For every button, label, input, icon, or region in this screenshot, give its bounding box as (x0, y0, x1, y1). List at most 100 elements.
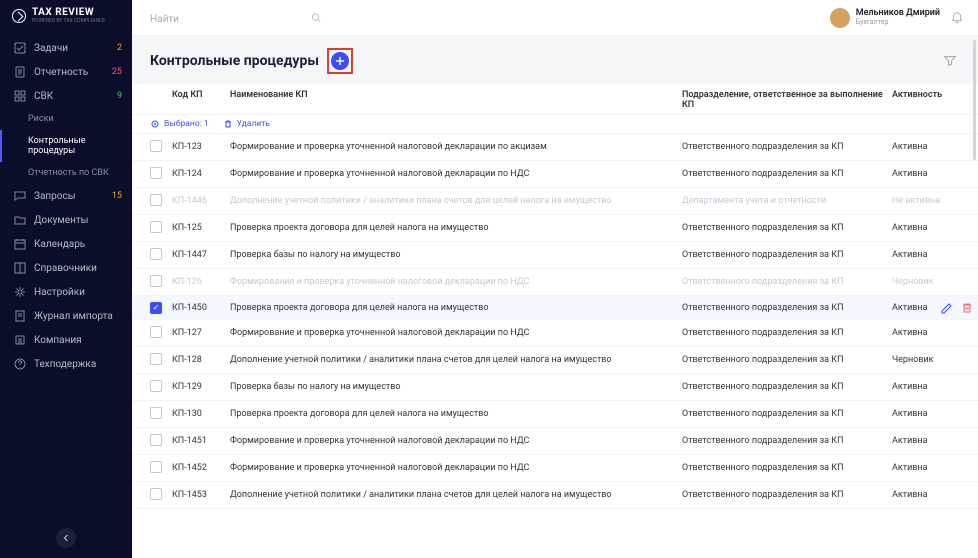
cell-dept: Ответственного подразделения за КП (682, 250, 892, 260)
cell-dept: Ответственного подразделения за КП (682, 355, 892, 365)
sidebar-item-label: Отчетность по СВК (28, 168, 122, 178)
sidebar-item-label: Риски (28, 114, 122, 124)
cell-name: Проверка базы по налогу на имущество (230, 382, 682, 392)
row-checkbox[interactable] (150, 353, 162, 365)
filter-button[interactable] (940, 51, 960, 71)
sidebar-item-label: Контрольные процедуры (28, 136, 122, 156)
table-row[interactable]: ✓КП-1450Проверка проекта договора для це… (132, 296, 978, 320)
sidebar-item-label: Техподержка (34, 359, 122, 370)
table-row[interactable]: КП-129Проверка базы по налогу на имущест… (132, 374, 978, 401)
sidebar-badge: 15 (112, 191, 122, 201)
row-checkbox[interactable] (150, 275, 162, 287)
scrollbar[interactable] (973, 40, 976, 160)
help-icon (14, 358, 26, 370)
user-block[interactable]: Мельников Дмирий Бухгалтер (830, 8, 940, 28)
cell-activity: Черновик (892, 355, 960, 365)
sidebar-badge: 9 (117, 91, 122, 101)
sidebar-item-7[interactable]: Документы (0, 208, 132, 232)
row-checkbox[interactable] (150, 434, 162, 446)
row-checkbox[interactable] (150, 221, 162, 233)
table-row[interactable]: КП-128Дополнение учетной политики / анал… (132, 347, 978, 374)
row-checkbox[interactable] (150, 380, 162, 392)
notifications-button[interactable] (950, 11, 964, 25)
bell-icon (950, 11, 964, 25)
table-row[interactable]: КП-1453Дополнение учетной политики / ана… (132, 482, 978, 509)
sidebar-item-10[interactable]: Настройки (0, 280, 132, 304)
sidebar-item-8[interactable]: Календарь (0, 232, 132, 256)
cell-code: КП-126 (172, 277, 230, 287)
sidebar-item-12[interactable]: Компания (0, 328, 132, 352)
sidebar-item-0[interactable]: Задачи2 (0, 36, 132, 60)
cell-activity: Черновик (892, 277, 960, 287)
filter-icon (943, 54, 957, 68)
sidebar-item-3[interactable]: Риски (0, 108, 132, 130)
sidebar-item-1[interactable]: Отчетность25 (0, 60, 132, 84)
row-checkbox[interactable] (150, 461, 162, 473)
sidebar-item-9[interactable]: Справочники (0, 256, 132, 280)
table-row[interactable]: КП-1446Дополнение учетной политики / ана… (132, 188, 978, 215)
table-row[interactable]: КП-127Формирование и проверка уточненной… (132, 320, 978, 347)
sidebar-item-label: Журнал импорта (34, 311, 122, 322)
logo[interactable]: TAX REVIEW POWERED BY TAX COMPLIANCE (0, 0, 132, 32)
cell-activity: Активна (892, 328, 960, 338)
cell-name: Проверка проекта договора для целей нало… (230, 409, 682, 419)
row-checkbox[interactable]: ✓ (150, 302, 162, 314)
cell-activity: Активна (892, 142, 960, 152)
col-code[interactable]: Код КП (172, 90, 230, 110)
table-row[interactable]: КП-124Формирование и проверка уточненной… (132, 161, 978, 188)
row-checkbox[interactable] (150, 326, 162, 338)
edit-button[interactable] (940, 301, 954, 315)
cell-code: КП-130 (172, 409, 230, 419)
add-button[interactable] (331, 52, 349, 70)
cell-dept: Ответственного подразделения за КП (682, 328, 892, 338)
table-row[interactable]: КП-125Проверка проекта договора для целе… (132, 215, 978, 242)
journal-icon (14, 310, 26, 322)
row-checkbox[interactable] (150, 167, 162, 179)
cell-code: КП-124 (172, 169, 230, 179)
eye-icon (150, 119, 160, 129)
search-input[interactable] (146, 10, 326, 29)
row-checkbox[interactable] (150, 248, 162, 260)
cell-dept: Ответственного подразделения за КП (682, 436, 892, 446)
sidebar-item-5[interactable]: Отчетность по СВК (0, 162, 132, 184)
sidebar-item-label: Запросы (34, 191, 104, 202)
cell-name: Проверка проекта договора для целей нало… (230, 223, 682, 233)
cell-activity: Не активна (892, 196, 960, 206)
col-activity[interactable]: Активность (892, 90, 960, 110)
avatar (830, 8, 850, 28)
sidebar-item-2[interactable]: СВК9 (0, 84, 132, 108)
sidebar-item-6[interactable]: Запросы 15 (0, 184, 132, 208)
sidebar-item-4[interactable]: Контрольные процедуры (0, 130, 132, 162)
table-row[interactable]: КП-126Формирование и проверка уточненной… (132, 269, 978, 296)
cell-name: Дополнение учетной политики / аналитики … (230, 490, 682, 500)
delete-button[interactable] (960, 301, 974, 315)
table-row[interactable]: КП-1451Формирование и проверка уточненно… (132, 428, 978, 455)
cell-activity: Активна (892, 223, 960, 233)
table-row[interactable]: КП-123Формирование и проверка уточненной… (132, 134, 978, 161)
collapse-sidebar-button[interactable] (56, 528, 76, 548)
pencil-icon (940, 301, 954, 315)
sidebar-item-label: Справочники (34, 263, 122, 274)
table-row[interactable]: КП-130Проверка проекта договора для целе… (132, 401, 978, 428)
cell-code: КП-123 (172, 142, 230, 152)
cell-dept: Ответственного подразделения за КП (682, 382, 892, 392)
row-checkbox[interactable] (150, 488, 162, 500)
bulk-delete-button[interactable]: Удалить (223, 119, 270, 129)
cell-code: КП-127 (172, 328, 230, 338)
col-name[interactable]: Наименование КП (230, 90, 682, 110)
table-header: Код КП Наименование КП Подразделение, от… (132, 84, 978, 115)
row-checkbox[interactable] (150, 140, 162, 152)
row-checkbox[interactable] (150, 194, 162, 206)
sidebar-item-13[interactable]: Техподержка (0, 352, 132, 376)
cell-dept: Ответственного подразделения за КП (682, 169, 892, 179)
table-row[interactable]: КП-1452Формирование и проверка уточненно… (132, 455, 978, 482)
cell-dept: Ответственного подразделения за КП (682, 490, 892, 500)
cell-name: Проверка базы по налогу на имущество (230, 250, 682, 260)
table-row[interactable]: КП-1447Проверка базы по налогу на имущес… (132, 242, 978, 269)
sidebar-item-11[interactable]: Журнал импорта (0, 304, 132, 328)
cell-code: КП-1450 (172, 303, 230, 313)
search-wrap (146, 7, 326, 29)
col-dept[interactable]: Подразделение, ответственное за выполнен… (682, 90, 892, 110)
row-checkbox[interactable] (150, 407, 162, 419)
topbar: Мельников Дмирий Бухгалтер (132, 0, 978, 36)
